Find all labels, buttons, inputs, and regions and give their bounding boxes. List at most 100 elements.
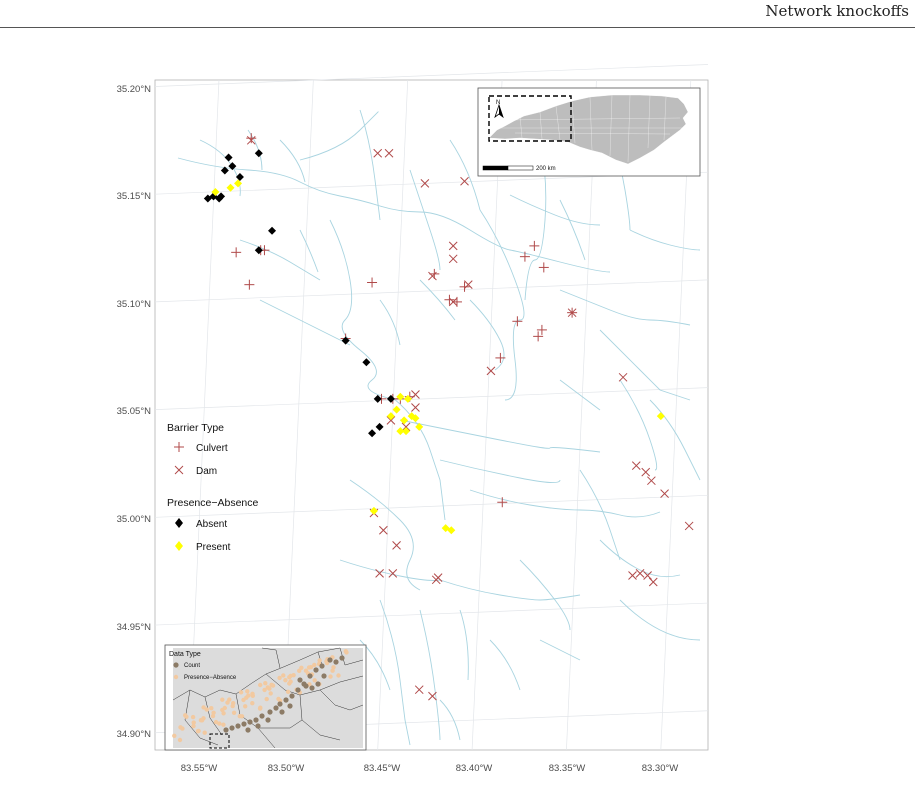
count-site xyxy=(265,717,271,723)
presence-absence-site xyxy=(281,673,286,678)
present-legend-label: Present xyxy=(196,542,231,553)
count-site xyxy=(255,723,261,729)
presence-absence-site xyxy=(172,733,177,738)
presence-absence-site xyxy=(220,697,225,702)
lon-tick-label: 83.30°W xyxy=(642,763,679,774)
presence-absence-site xyxy=(277,675,282,681)
presence-absence-site xyxy=(201,716,206,721)
presence-absence-site xyxy=(221,711,226,716)
count-site xyxy=(283,697,289,703)
presence-absence-site xyxy=(177,737,183,743)
presence-absence-site xyxy=(195,729,201,734)
count-site xyxy=(327,657,333,663)
presence-absence-site xyxy=(328,674,333,679)
count-site xyxy=(247,719,253,725)
presence-absence-site xyxy=(225,700,230,705)
presence-absence-site xyxy=(209,706,214,711)
presence-absence-legend-label: Presence−Absence xyxy=(184,675,237,681)
count-site xyxy=(223,727,229,733)
north-arrow-label: N xyxy=(496,100,500,106)
presence-absence-site xyxy=(191,723,196,729)
presence-absence-site xyxy=(243,704,248,709)
presence-absence-site xyxy=(180,726,185,731)
presence-absence-site xyxy=(343,649,348,654)
presence-absence-site xyxy=(184,714,189,719)
presence-absence-site xyxy=(267,686,272,691)
lon-tick-label: 83.45°W xyxy=(364,763,401,774)
presence-absence-site xyxy=(202,730,207,735)
count-site xyxy=(297,677,303,683)
lon-tick-label: 83.55°W xyxy=(181,763,218,774)
lon-tick-label: 83.35°W xyxy=(549,763,586,774)
presence-absence-site xyxy=(336,673,341,678)
presence-absence-site xyxy=(258,682,263,688)
count-site xyxy=(273,705,279,711)
presence-absence-site xyxy=(264,696,269,702)
presence-absence-site xyxy=(231,710,237,715)
longitude-axis: 83.55°W 83.50°W 83.45°W 83.40°W 83.35°W … xyxy=(181,763,679,774)
count-site xyxy=(287,703,293,709)
presence-absence-site xyxy=(250,701,255,706)
presence-absence-site xyxy=(331,665,336,670)
scale-bar-label: 200 km xyxy=(536,166,556,172)
count-legend-label: Count xyxy=(184,663,200,669)
presence-absence-site xyxy=(246,693,251,698)
locator-inset-map: N 200 km xyxy=(477,87,701,177)
count-site xyxy=(277,701,283,707)
count-site xyxy=(303,683,309,689)
count-site xyxy=(235,723,241,729)
presence-absence-site xyxy=(270,683,276,688)
presence-absence-site xyxy=(245,689,250,694)
scale-bar xyxy=(482,165,534,171)
count-site xyxy=(339,655,345,661)
lat-tick-label: 35.10°N xyxy=(117,299,152,310)
count-site xyxy=(253,717,259,723)
presence-absence-site xyxy=(204,707,209,712)
presence-absence-site xyxy=(221,722,226,727)
lat-tick-label: 34.90°N xyxy=(117,729,152,740)
count-site xyxy=(313,667,319,673)
presence-absence-site xyxy=(250,693,255,698)
lat-tick-label: 35.00°N xyxy=(117,514,152,525)
lon-tick-label: 83.40°W xyxy=(456,763,493,774)
presence-absence-site xyxy=(268,691,273,696)
map-figure: 35.20°N 35.15°N 35.10°N 35.05°N 35.00°N … xyxy=(117,64,709,774)
barrier-legend-title: Barrier Type xyxy=(167,422,224,434)
presence-absence-legend-key xyxy=(173,674,179,680)
presence-absence-site xyxy=(283,678,288,683)
absent-legend-label: Absent xyxy=(196,519,227,530)
data-inset-title: Data Type xyxy=(169,651,201,658)
presence-absence-site xyxy=(239,714,245,719)
latitude-axis: 35.20°N 35.15°N 35.10°N 35.05°N 35.00°N … xyxy=(117,84,152,740)
count-site xyxy=(289,693,295,699)
presence-absence-site xyxy=(276,696,281,702)
presence-absence-site xyxy=(287,675,292,680)
count-site xyxy=(267,709,273,715)
count-site xyxy=(307,673,313,679)
presence-absence-site xyxy=(238,690,244,695)
lat-tick-label: 35.20°N xyxy=(117,84,152,95)
presence-absence-site xyxy=(287,681,292,686)
culvert-legend-label: Culvert xyxy=(196,443,228,454)
dam-legend-label: Dam xyxy=(196,466,217,477)
count-site xyxy=(333,659,339,665)
presence-absence-site xyxy=(230,703,235,709)
count-site xyxy=(279,709,285,715)
lon-tick-label: 83.50°W xyxy=(268,763,305,774)
presence-absence-site xyxy=(285,689,291,694)
lat-tick-label: 35.15°N xyxy=(117,191,152,202)
count-site xyxy=(229,725,235,731)
presence-absence-site xyxy=(291,673,296,678)
count-site xyxy=(295,687,301,693)
count-site xyxy=(309,685,315,691)
presence-absence-site xyxy=(210,713,216,719)
count-site xyxy=(315,681,321,687)
count-site xyxy=(241,721,247,727)
count-site xyxy=(321,673,327,679)
count-site xyxy=(259,713,265,719)
presence-absence-site xyxy=(190,714,196,720)
presence-absence-site xyxy=(312,678,317,683)
presence-absence-site xyxy=(213,719,219,725)
presence-legend-title: Presence−Absence xyxy=(167,497,259,509)
presence-absence-site xyxy=(263,681,268,686)
